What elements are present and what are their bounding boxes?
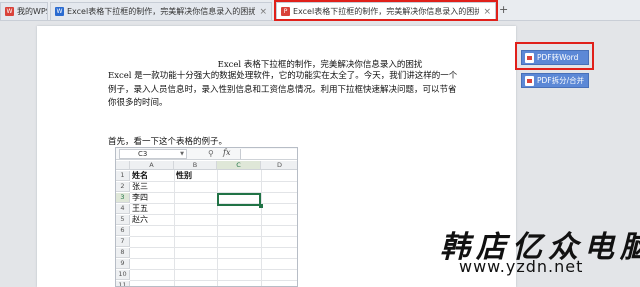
cell-a4: 王五 <box>132 204 148 213</box>
cell-a5: 赵六 <box>132 215 148 224</box>
row-header: 9 <box>116 259 130 269</box>
fx-icon: fx <box>223 148 231 157</box>
row-header: 3 <box>116 193 130 203</box>
row-header: 2 <box>116 182 130 192</box>
row-header: 6 <box>116 226 130 236</box>
tab-label: Excel表格下拉框的制作，完美解决你信息录入的困扰.docx <box>67 7 256 16</box>
corner-header <box>116 161 130 170</box>
close-icon[interactable]: × <box>259 7 267 17</box>
column-header: B <box>174 161 217 170</box>
pdf-icon <box>525 52 534 63</box>
row-header: 7 <box>116 237 130 247</box>
selected-cell-c3 <box>217 193 261 206</box>
pdf-to-word-button[interactable]: PDF转Word <box>521 50 589 65</box>
word-doc-icon: W <box>55 7 64 16</box>
new-tab-button[interactable]: + <box>499 3 508 16</box>
column-header: C <box>217 161 261 170</box>
button-label: PDF拆分/合并 <box>537 76 585 85</box>
tab-my-wps[interactable]: W 我的WPS <box>0 2 48 20</box>
magnifier-icon: ⚲ <box>208 149 214 158</box>
chevron-down-icon: ▼ <box>180 151 184 157</box>
name-box-value: C3 <box>138 150 148 158</box>
column-header: D <box>261 161 297 170</box>
grid-line <box>130 269 297 270</box>
cell-a3: 李四 <box>132 193 148 202</box>
close-icon[interactable]: × <box>483 7 491 17</box>
row-header: 5 <box>116 215 130 225</box>
tab-docx[interactable]: W Excel表格下拉框的制作，完美解决你信息录入的困扰.docx × <box>50 2 272 20</box>
watermark-url: www.yzdn.net <box>459 257 584 276</box>
pdf-split-merge-button[interactable]: PDF拆分/合并 <box>521 73 589 88</box>
document-paragraph: Excel 是一款功能十分强大的数据处理软件，它的功能实在太全了。今天，我们讲这… <box>108 71 458 108</box>
tab-label: 我的WPS <box>17 7 48 16</box>
grid-line <box>130 258 297 259</box>
grid-line <box>130 280 297 281</box>
row-header: 10 <box>116 270 130 280</box>
formula-bar: C3 ▼ ⚲ fx <box>116 148 297 160</box>
name-box: C3 ▼ <box>119 149 187 159</box>
grid-line <box>130 236 297 237</box>
row-header: 11 <box>116 281 130 286</box>
fill-handle <box>259 204 263 208</box>
wps-logo-icon: W <box>5 7 14 16</box>
cell-b1: 性别 <box>176 171 192 180</box>
formula-input <box>240 149 297 159</box>
cell-a1: 姓名 <box>132 171 148 180</box>
pdf-icon: P <box>281 7 290 16</box>
button-label: PDF转Word <box>537 53 579 62</box>
pdf-icon <box>525 75 534 86</box>
grid-line <box>130 225 297 226</box>
tab-pdf[interactable]: P Excel表格下拉框的制作，完美解决你信息录入的困扰.pdf × <box>276 2 496 20</box>
row-header: 1 <box>116 171 130 181</box>
grid-line <box>130 247 297 248</box>
column-header: A <box>130 161 174 170</box>
cell-a2: 张三 <box>132 182 148 191</box>
row-header: 4 <box>116 204 130 214</box>
spreadsheet-image: C3 ▼ ⚲ fx A B C D 1 2 3 4 5 6 7 8 9 10 1… <box>115 147 298 287</box>
tab-bar: W 我的WPS W Excel表格下拉框的制作，完美解决你信息录入的困扰.doc… <box>0 0 640 21</box>
tab-label: Excel表格下拉框的制作，完美解决你信息录入的困扰.pdf <box>293 7 480 16</box>
row-header: 8 <box>116 248 130 258</box>
